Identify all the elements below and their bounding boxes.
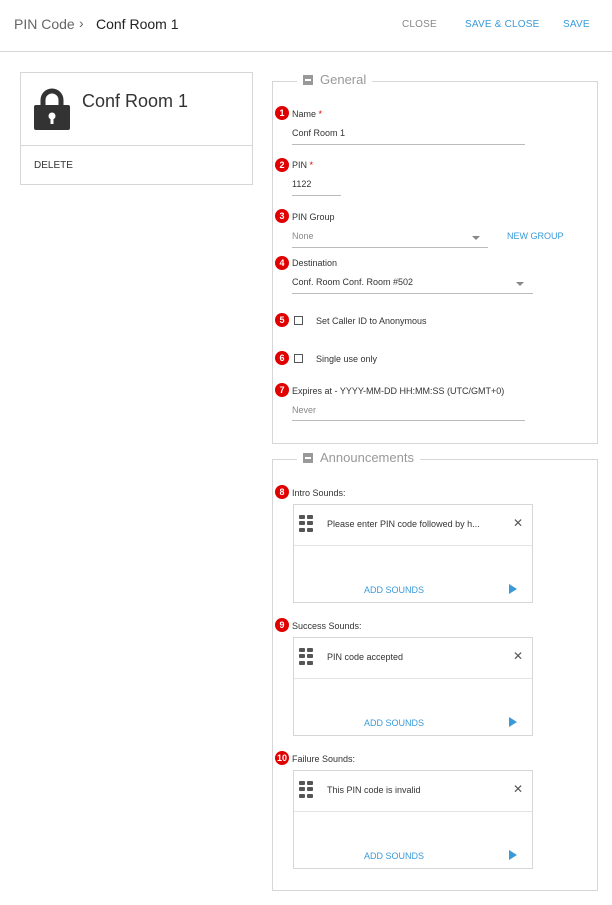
sound-item: This PIN code is invalid: [327, 785, 421, 795]
anonymous-checkbox[interactable]: [294, 316, 303, 325]
pin-input[interactable]: 1122: [292, 179, 311, 189]
name-label: Name *: [292, 109, 323, 119]
collapse-icon[interactable]: [303, 74, 313, 85]
field-number-badge: 1: [275, 106, 289, 120]
single-use-label[interactable]: Single use only: [316, 354, 377, 364]
play-icon[interactable]: [509, 584, 517, 594]
breadcrumb-separator-icon: ›: [79, 15, 84, 31]
drag-handle-icon[interactable]: [299, 781, 313, 798]
pin-group-underline: [292, 247, 488, 248]
failure-sounds-label: Failure Sounds:: [292, 754, 356, 764]
remove-sound-icon[interactable]: ✕: [513, 517, 523, 529]
save-and-close-button[interactable]: SAVE & CLOSE: [465, 19, 539, 30]
close-button[interactable]: CLOSE: [402, 19, 437, 30]
sound-divider: [294, 545, 532, 546]
remove-sound-icon[interactable]: ✕: [513, 650, 523, 662]
field-number-badge: 7: [275, 383, 289, 397]
announcements-legend-label: Announcements: [320, 450, 414, 465]
drag-handle-icon[interactable]: [299, 515, 313, 532]
add-sounds-button[interactable]: ADD SOUNDS: [364, 851, 424, 861]
drag-handle-icon[interactable]: [299, 648, 313, 665]
sound-item: Please enter PIN code followed by h...: [327, 519, 480, 529]
announcements-legend[interactable]: Announcements: [297, 450, 420, 465]
breadcrumb-current: Conf Room 1: [96, 16, 179, 32]
field-number-badge: 5: [275, 313, 289, 327]
card-divider: [21, 145, 252, 146]
pin-underline: [292, 195, 341, 196]
general-legend[interactable]: General: [297, 72, 373, 87]
anonymous-label[interactable]: Set Caller ID to Anonymous: [316, 316, 427, 326]
expires-input[interactable]: Never: [292, 405, 316, 415]
lock-icon: [34, 88, 70, 130]
pin-group-label: PIN Group: [292, 212, 335, 222]
remove-sound-icon[interactable]: ✕: [513, 783, 523, 795]
add-sounds-button[interactable]: ADD SOUNDS: [364, 585, 424, 595]
field-number-badge: 6: [275, 351, 289, 365]
collapse-icon[interactable]: [303, 452, 313, 463]
pin-group-select[interactable]: None: [292, 231, 314, 241]
field-number-badge: 10: [275, 751, 289, 765]
chevron-down-icon[interactable]: [516, 282, 524, 286]
field-number-badge: 4: [275, 256, 289, 270]
play-icon[interactable]: [509, 850, 517, 860]
destination-select[interactable]: Conf. Room Conf. Room #502: [292, 277, 413, 287]
pin-label: PIN *: [292, 160, 314, 170]
add-sounds-button[interactable]: ADD SOUNDS: [364, 718, 424, 728]
field-number-badge: 3: [275, 209, 289, 223]
field-number-badge: 8: [275, 485, 289, 499]
destination-label: Destination: [292, 258, 338, 268]
field-number-badge: 2: [275, 158, 289, 172]
sound-item: PIN code accepted: [327, 652, 404, 662]
expires-underline: [292, 420, 525, 421]
single-use-checkbox[interactable]: [294, 354, 303, 363]
name-underline: [292, 144, 525, 145]
new-group-button[interactable]: NEW GROUP: [507, 231, 564, 241]
chevron-down-icon[interactable]: [472, 236, 480, 240]
name-input[interactable]: Conf Room 1: [292, 128, 345, 138]
delete-button[interactable]: DELETE: [34, 160, 73, 171]
card-title: Conf Room 1: [82, 91, 189, 111]
sound-divider: [294, 678, 532, 679]
save-button[interactable]: SAVE: [563, 19, 590, 30]
breadcrumb-root[interactable]: PIN Code: [14, 16, 75, 32]
field-number-badge: 9: [275, 618, 289, 632]
intro-sounds-label: Intro Sounds:: [292, 488, 346, 498]
play-icon[interactable]: [509, 717, 517, 727]
destination-underline: [292, 293, 533, 294]
sound-divider: [294, 811, 532, 812]
success-sounds-label: Success Sounds:: [292, 621, 362, 631]
general-legend-label: General: [320, 72, 367, 87]
expires-label: Expires at - YYYY-MM-DD HH:MM:SS (UTC/GM…: [292, 386, 505, 396]
